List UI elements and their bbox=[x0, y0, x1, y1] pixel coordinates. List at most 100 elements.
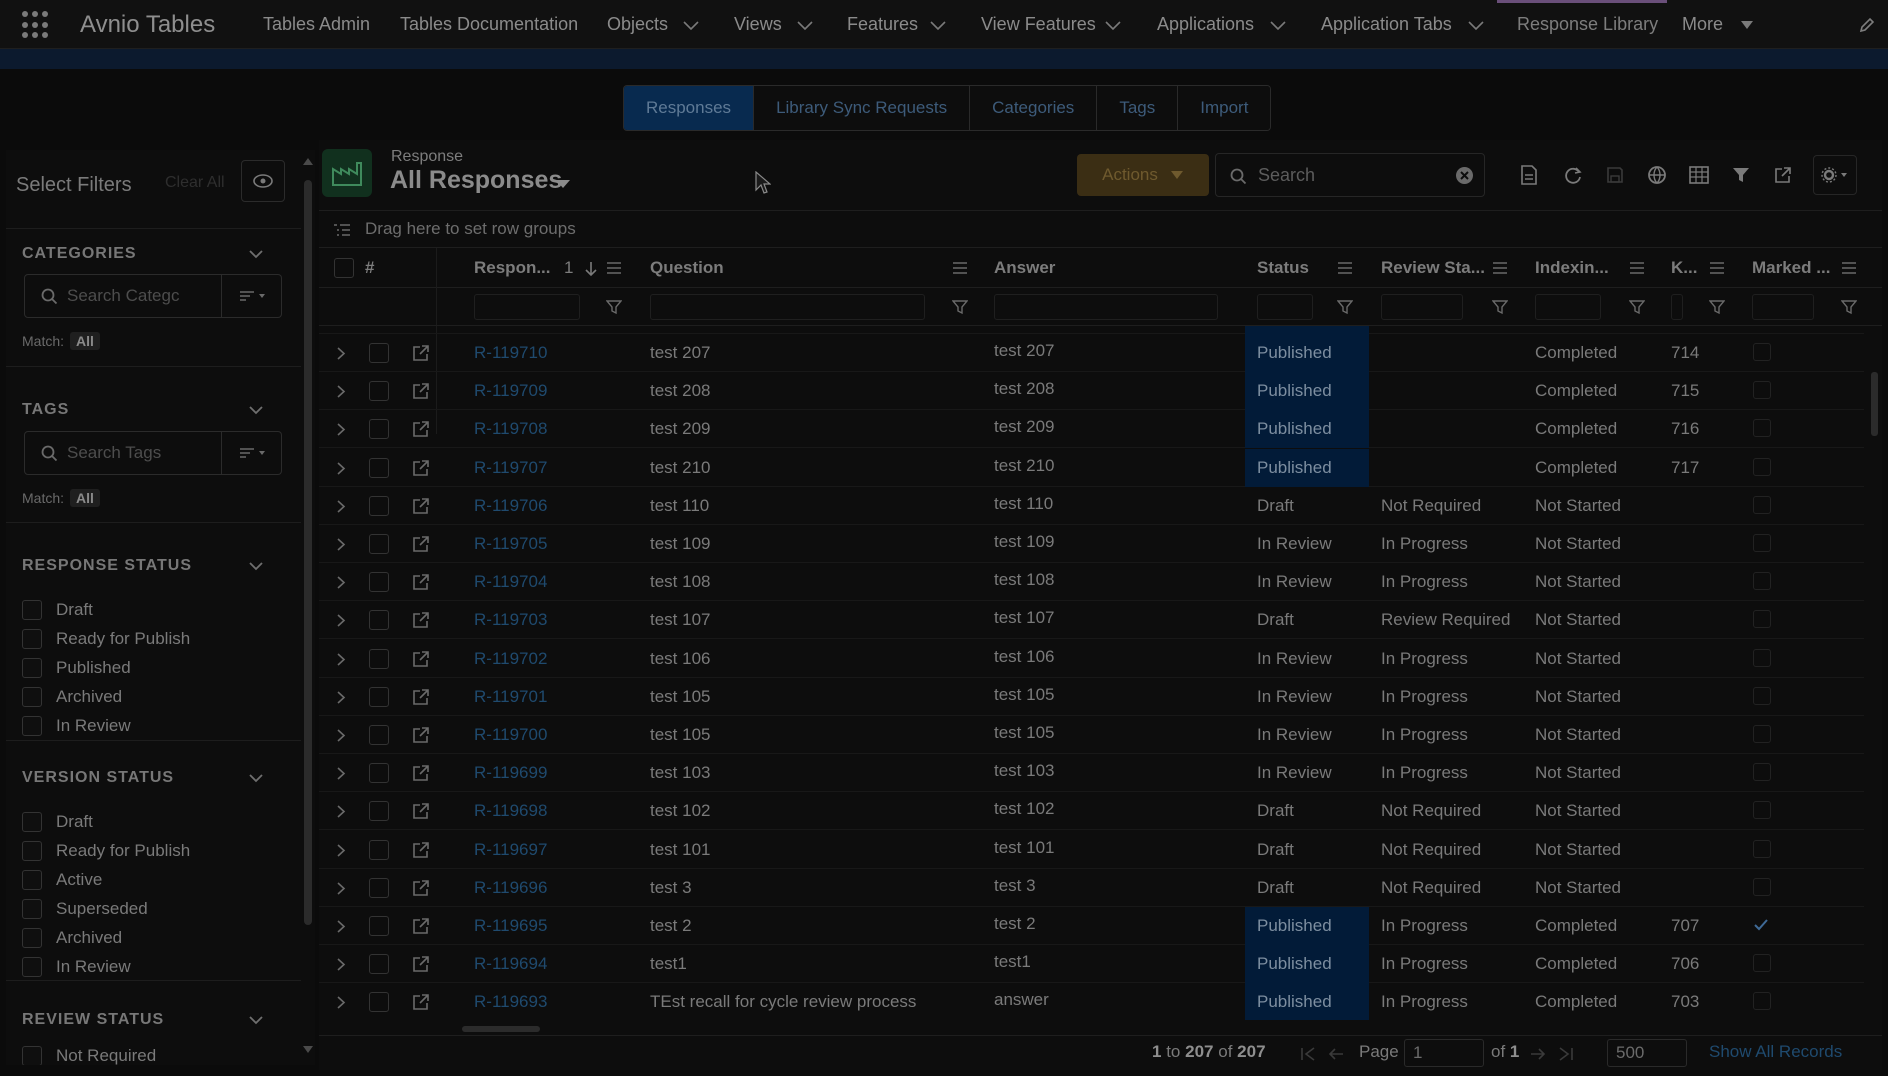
response-id-link[interactable]: R-119703 bbox=[474, 601, 547, 639]
expand-row-chevron-icon[interactable] bbox=[336, 996, 346, 1009]
table-row[interactable]: R-119704 test 108 test 108 In Review In Prog… bbox=[319, 563, 1864, 602]
tags-search-input[interactable]: Search Tags bbox=[24, 431, 222, 475]
filter-funnel-icon[interactable] bbox=[1629, 299, 1645, 315]
marked-checkbox[interactable] bbox=[1753, 343, 1771, 361]
row-checkbox[interactable] bbox=[369, 839, 389, 860]
checkbox[interactable] bbox=[22, 658, 42, 678]
page-size-input[interactable]: 500 bbox=[1607, 1039, 1687, 1067]
column-header-question[interactable]: Question bbox=[650, 248, 724, 288]
page-number-input[interactable]: 1 bbox=[1404, 1039, 1484, 1067]
marked-checkbox[interactable] bbox=[1753, 801, 1771, 820]
checkbox[interactable] bbox=[22, 629, 42, 649]
vs-option-draft[interactable]: Draft bbox=[22, 812, 93, 832]
marked-checkbox[interactable] bbox=[1753, 572, 1771, 591]
table-row[interactable]: R-119703 test 107 test 107 Draft Review Requ… bbox=[319, 601, 1864, 640]
indexing-filter-input[interactable] bbox=[1535, 294, 1601, 320]
checkbox[interactable] bbox=[22, 1046, 42, 1065]
expand-row-chevron-icon[interactable] bbox=[336, 767, 346, 780]
marked-checkbox[interactable] bbox=[1753, 992, 1771, 1011]
tab-tags[interactable]: Tags bbox=[1097, 86, 1179, 130]
open-record-icon[interactable] bbox=[412, 917, 430, 935]
tab-responses[interactable]: Responses bbox=[624, 86, 755, 130]
marked-checkbox[interactable] bbox=[1753, 686, 1771, 705]
table-row[interactable]: R-119694 test1 test1 Published In Progress Co… bbox=[319, 945, 1864, 984]
open-record-icon[interactable] bbox=[412, 650, 430, 668]
open-external-icon[interactable] bbox=[1770, 162, 1796, 188]
open-record-icon[interactable] bbox=[412, 382, 430, 400]
response-id-link[interactable]: R-119697 bbox=[474, 831, 547, 869]
response-id-link[interactable]: R-119709 bbox=[474, 372, 547, 410]
tab-import[interactable]: Import bbox=[1178, 86, 1271, 130]
tags-sort-button[interactable] bbox=[222, 431, 282, 475]
row-checkbox[interactable] bbox=[369, 763, 389, 784]
row-checkbox[interactable] bbox=[369, 419, 389, 440]
edit-nav-pencil-icon[interactable] bbox=[1858, 16, 1876, 34]
marked-checkbox[interactable] bbox=[1753, 839, 1771, 858]
expand-row-chevron-icon[interactable] bbox=[336, 347, 346, 360]
first-page-icon[interactable] bbox=[1300, 1047, 1316, 1061]
open-record-icon[interactable] bbox=[412, 497, 430, 515]
checkbox[interactable] bbox=[22, 928, 42, 948]
vs-option-active[interactable]: Active bbox=[22, 870, 102, 890]
previous-page-icon[interactable] bbox=[1328, 1047, 1344, 1061]
open-record-icon[interactable] bbox=[412, 459, 430, 477]
row-checkbox[interactable] bbox=[369, 495, 389, 516]
open-record-icon[interactable] bbox=[412, 764, 430, 782]
response-id-link[interactable]: R-119704 bbox=[474, 563, 547, 601]
table-row[interactable]: R-119708 test 209 test 209 Published Complet… bbox=[319, 410, 1864, 449]
open-record-icon[interactable] bbox=[412, 344, 430, 362]
open-record-icon[interactable] bbox=[412, 879, 430, 897]
table-row[interactable]: R-119701 test 105 test 105 In Review In Prog… bbox=[319, 678, 1864, 716]
checkbox[interactable] bbox=[22, 687, 42, 707]
tab-categories[interactable]: Categories bbox=[970, 86, 1098, 130]
response-id-link[interactable]: R-119705 bbox=[474, 525, 547, 563]
open-record-icon[interactable] bbox=[412, 688, 430, 706]
marked-checkbox[interactable] bbox=[1753, 381, 1771, 400]
nav-dropdown-chevron-icon[interactable] bbox=[929, 16, 947, 34]
checkbox[interactable] bbox=[22, 957, 42, 977]
response-id-link[interactable]: R-119702 bbox=[474, 640, 547, 678]
marked-checkbox[interactable] bbox=[1753, 419, 1771, 438]
checkbox[interactable] bbox=[22, 716, 42, 736]
response-id-link[interactable]: R-119693 bbox=[474, 983, 547, 1020]
next-page-icon[interactable] bbox=[1530, 1047, 1546, 1061]
list-view-title[interactable]: All Responses bbox=[390, 166, 562, 195]
select-all-checkbox[interactable] bbox=[334, 258, 354, 278]
table-row[interactable]: R-119707 test 210 test 210 Published Complet… bbox=[319, 448, 1864, 487]
horizontal-scroll-thumb[interactable] bbox=[462, 1026, 540, 1032]
table-row[interactable]: R-119696 test 3 test 3 Draft Not Required Not… bbox=[319, 869, 1864, 907]
nav-dropdown-chevron-icon[interactable] bbox=[796, 16, 814, 34]
column-menu-icon[interactable] bbox=[1709, 262, 1725, 274]
column-menu-icon[interactable] bbox=[1337, 262, 1353, 274]
table-row[interactable]: R-119702 test 106 test 106 In Review In Prog… bbox=[319, 640, 1864, 678]
checkbox[interactable] bbox=[22, 812, 42, 832]
rs-option-in-review[interactable]: In Review bbox=[22, 716, 131, 736]
rv-option-not-required[interactable]: Not Required bbox=[22, 1046, 156, 1065]
chevron-down-icon[interactable] bbox=[248, 402, 264, 418]
row-checkbox[interactable] bbox=[369, 534, 389, 554]
rs-option-published[interactable]: Published bbox=[22, 658, 131, 678]
show-all-records-link[interactable]: Show All Records bbox=[1709, 1042, 1842, 1062]
column-header-indexing[interactable]: Indexin... bbox=[1535, 248, 1609, 288]
rs-option-archived[interactable]: Archived bbox=[22, 687, 122, 707]
tab-library-sync-requests[interactable]: Library Sync Requests bbox=[754, 86, 971, 130]
response-id-link[interactable]: R-119699 bbox=[474, 754, 547, 792]
table-row[interactable]: R-119693 TEst recall for cycle review pro… bbox=[319, 983, 1864, 1020]
column-header-status[interactable]: Status bbox=[1257, 248, 1309, 288]
expand-row-chevron-icon[interactable] bbox=[336, 462, 346, 475]
sort-down-arrow-icon[interactable] bbox=[584, 261, 598, 277]
clear-all-link[interactable]: Clear All bbox=[165, 174, 225, 192]
rs-option-draft[interactable]: Draft bbox=[22, 600, 93, 620]
rs-option-ready-for-publish[interactable]: Ready for Publish bbox=[22, 629, 190, 649]
nav-dropdown-chevron-icon[interactable] bbox=[1269, 16, 1287, 34]
marked-checkbox[interactable] bbox=[1753, 725, 1771, 743]
row-checkbox[interactable] bbox=[369, 457, 389, 478]
vs-option-superseded[interactable]: Superseded bbox=[22, 899, 148, 919]
vs-option-archived[interactable]: Archived bbox=[22, 928, 122, 948]
marked-checkbox[interactable] bbox=[1753, 954, 1771, 973]
nav-item-tables-documentation[interactable]: Tables Documentation bbox=[400, 14, 578, 35]
nav-dropdown-chevron-icon[interactable] bbox=[1738, 16, 1756, 34]
column-header-marked[interactable]: Marked ... bbox=[1752, 248, 1830, 288]
nav-dropdown-chevron-icon[interactable] bbox=[682, 16, 700, 34]
table-columns-icon[interactable] bbox=[1686, 162, 1712, 188]
